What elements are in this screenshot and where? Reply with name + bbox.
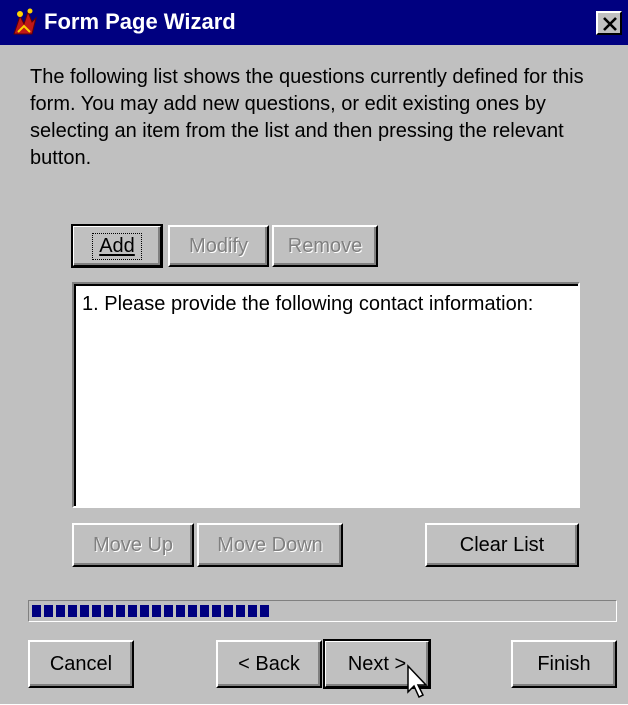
form-page-wizard-app-icon (10, 6, 40, 38)
progress-fill (32, 605, 272, 617)
progress-block (44, 605, 53, 617)
progress-block (164, 605, 173, 617)
move-down-button-label: Move Down (217, 533, 323, 556)
progress-block (236, 605, 245, 617)
remove-button-label: Remove (287, 234, 363, 257)
progress-block (128, 605, 137, 617)
progress-block (248, 605, 257, 617)
progress-block (152, 605, 161, 617)
progress-block (92, 605, 101, 617)
clear-list-button-label: Clear List (459, 533, 545, 556)
close-icon (603, 17, 617, 31)
progress-block (260, 605, 269, 617)
progress-block (80, 605, 89, 617)
modify-button[interactable]: Modify (168, 225, 269, 267)
cancel-button[interactable]: Cancel (28, 640, 134, 688)
finish-button-label: Finish (537, 652, 591, 675)
progress-block (212, 605, 221, 617)
progress-block (68, 605, 77, 617)
title-bar[interactable]: Form Page Wizard (0, 0, 628, 45)
next-button-label: Next > (347, 652, 407, 675)
mouse-pointer-icon (406, 664, 430, 705)
form-page-wizard-window: Form Page Wizard The following list show… (0, 0, 628, 704)
cancel-button-label: Cancel (49, 652, 113, 675)
modify-button-label: Modify (189, 234, 248, 257)
move-down-button[interactable]: Move Down (197, 523, 343, 567)
back-button[interactable]: < Back (216, 640, 322, 688)
finish-button[interactable]: Finish (511, 640, 617, 688)
move-up-button[interactable]: Move Up (72, 523, 194, 567)
close-button[interactable] (596, 11, 622, 35)
progress-block (140, 605, 149, 617)
progress-block (56, 605, 65, 617)
clear-list-button[interactable]: Clear List (425, 523, 579, 567)
wizard-progress-bar (28, 600, 617, 622)
progress-block (104, 605, 113, 617)
window-title: Form Page Wizard (44, 9, 236, 34)
add-button-label: Add (99, 234, 135, 257)
remove-button[interactable]: Remove (272, 225, 378, 267)
back-button-label: < Back (238, 652, 300, 675)
progress-block (200, 605, 209, 617)
move-up-button-label: Move Up (92, 533, 174, 556)
instructions-text: The following list shows the questions c… (30, 66, 584, 169)
list-item[interactable]: 1. Please provide the following contact … (82, 292, 533, 316)
progress-block (224, 605, 233, 617)
progress-block (176, 605, 185, 617)
questions-listbox[interactable]: 1. Please provide the following contact … (72, 282, 580, 508)
add-button[interactable]: Add (71, 224, 163, 268)
progress-block (32, 605, 41, 617)
progress-block (116, 605, 125, 617)
progress-block (188, 605, 197, 617)
